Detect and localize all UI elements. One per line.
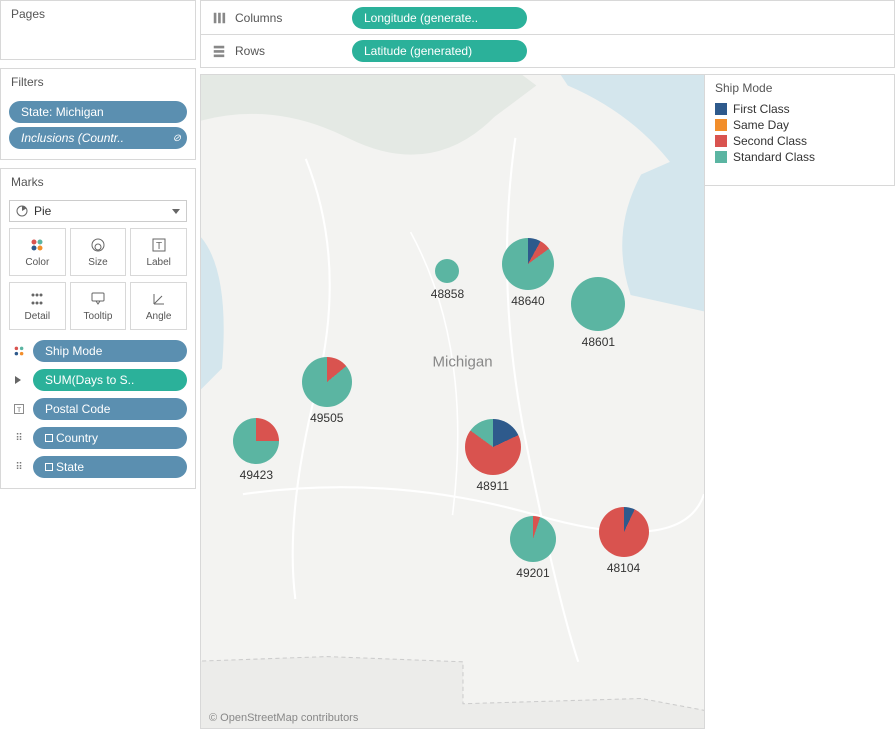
mark-btn-label: Tooltip bbox=[84, 311, 113, 322]
pie-label: 48858 bbox=[431, 287, 464, 301]
legend-swatch bbox=[715, 119, 727, 131]
pie-mark[interactable] bbox=[510, 516, 556, 562]
rows-icon bbox=[211, 43, 227, 59]
square-icon bbox=[45, 463, 53, 471]
pill-label: Ship Mode bbox=[45, 344, 102, 358]
marks-label: Marks bbox=[1, 169, 195, 196]
map-attribution: © OpenStreetMap contributors bbox=[209, 712, 358, 724]
pill-label: State bbox=[56, 460, 84, 474]
pill-label: Latitude (generated) bbox=[364, 44, 472, 58]
mark-btn-label: Angle bbox=[146, 311, 172, 322]
pages-label: Pages bbox=[1, 1, 195, 28]
pie-mark[interactable] bbox=[302, 357, 352, 407]
legend-item[interactable]: Standard Class bbox=[715, 149, 884, 165]
pie-label: 48601 bbox=[582, 335, 615, 349]
pin-icon: ⊘ bbox=[173, 133, 181, 144]
pill-label: SUM(Days to S.. bbox=[45, 373, 134, 387]
columns-icon bbox=[211, 10, 227, 26]
pie-icon bbox=[16, 205, 28, 217]
tooltip-icon bbox=[90, 291, 106, 307]
pie-mark[interactable] bbox=[502, 238, 554, 290]
columns-label: Columns bbox=[235, 11, 282, 25]
columns-pill-longitude[interactable]: Longitude (generate.. bbox=[352, 7, 527, 29]
legend-label: Standard Class bbox=[733, 150, 815, 164]
mark-label-button[interactable]: T Label bbox=[130, 228, 187, 276]
legend-swatch bbox=[715, 151, 727, 163]
pie-mark[interactable] bbox=[233, 418, 279, 464]
angle-icon bbox=[151, 291, 167, 307]
mark-type-label: Pie bbox=[34, 204, 51, 218]
detail-icon: ⠿ bbox=[9, 462, 29, 473]
svg-text:T: T bbox=[156, 241, 162, 252]
legend-label: Same Day bbox=[733, 118, 789, 132]
detail-icon: ⠿ bbox=[9, 433, 29, 444]
filters-shelf[interactable]: Filters State: Michigan Inclusions (Coun… bbox=[0, 68, 196, 160]
pages-shelf[interactable]: Pages bbox=[0, 0, 196, 60]
mark-angle-button[interactable]: Angle bbox=[130, 282, 187, 330]
legend-item[interactable]: First Class bbox=[715, 101, 884, 117]
pie-label: 48640 bbox=[511, 294, 544, 308]
legend-title: Ship Mode bbox=[715, 81, 884, 95]
pie-label: 49423 bbox=[240, 468, 273, 482]
pie-label: 48911 bbox=[476, 479, 508, 493]
filter-pill-inclusions[interactable]: Inclusions (Countr.. ⊘ bbox=[9, 127, 187, 149]
svg-text:T: T bbox=[17, 407, 21, 414]
legend-panel: Ship Mode First Class Same Day Second Clas… bbox=[705, 74, 895, 186]
mark-tooltip-button[interactable]: Tooltip bbox=[70, 282, 127, 330]
mark-pill-ship-mode[interactable]: Ship Mode bbox=[33, 340, 187, 362]
filter-pill-label: Inclusions (Countr.. bbox=[21, 131, 124, 145]
pie-mark[interactable] bbox=[571, 277, 625, 331]
mark-pill-postal-code[interactable]: Postal Code bbox=[33, 398, 187, 420]
legend-label: First Class bbox=[733, 102, 790, 116]
pie-mark[interactable] bbox=[435, 259, 459, 283]
mark-btn-label: Color bbox=[25, 257, 49, 268]
legend-item[interactable]: Second Class bbox=[715, 133, 884, 149]
size-icon bbox=[90, 237, 106, 253]
mark-btn-label: Detail bbox=[25, 311, 51, 322]
mark-pill-days-to-ship[interactable]: SUM(Days to S.. bbox=[33, 369, 187, 391]
square-icon bbox=[45, 434, 53, 442]
pie-mark[interactable] bbox=[465, 419, 521, 475]
columns-shelf[interactable]: Columns Longitude (generate.. bbox=[200, 0, 895, 34]
pill-label: Country bbox=[56, 431, 98, 445]
detail-icon bbox=[29, 291, 45, 307]
filter-pill-state[interactable]: State: Michigan bbox=[9, 101, 187, 123]
pie-mark[interactable] bbox=[599, 507, 649, 557]
label-icon: T bbox=[151, 237, 167, 253]
filter-pill-label: State: Michigan bbox=[21, 105, 104, 119]
legend-swatch bbox=[715, 135, 727, 147]
mark-color-button[interactable]: Color bbox=[9, 228, 66, 276]
rows-pill-latitude[interactable]: Latitude (generated) bbox=[352, 40, 527, 62]
mark-size-button[interactable]: Size bbox=[70, 228, 127, 276]
color-icon bbox=[29, 237, 45, 253]
chevron-down-icon bbox=[172, 209, 180, 214]
mark-btn-label: Size bbox=[88, 257, 107, 268]
legend-swatch bbox=[715, 103, 727, 115]
map-viz[interactable]: Michigan 48858 48640 48601 49505 49423 48911 4… bbox=[200, 74, 705, 729]
legend-item[interactable]: Same Day bbox=[715, 117, 884, 133]
pill-label: Postal Code bbox=[45, 402, 110, 416]
legend-label: Second Class bbox=[733, 134, 807, 148]
angle-icon bbox=[9, 376, 29, 384]
mark-detail-button[interactable]: Detail bbox=[9, 282, 66, 330]
map-background bbox=[201, 75, 704, 729]
pill-label: Longitude (generate.. bbox=[364, 11, 478, 25]
marks-card: Marks Pie Color Size bbox=[0, 168, 196, 489]
mark-pill-state[interactable]: State bbox=[33, 456, 187, 478]
state-label: Michigan bbox=[433, 354, 493, 371]
rows-label: Rows bbox=[235, 44, 265, 58]
mark-btn-label: Label bbox=[146, 257, 170, 268]
filters-label: Filters bbox=[1, 69, 195, 95]
color-icon bbox=[9, 344, 29, 358]
mark-type-select[interactable]: Pie bbox=[9, 200, 187, 222]
label-icon: T bbox=[9, 403, 29, 415]
pie-label: 48104 bbox=[607, 561, 640, 575]
pie-label: 49201 bbox=[516, 566, 549, 580]
mark-pill-country[interactable]: Country bbox=[33, 427, 187, 449]
rows-shelf[interactable]: Rows Latitude (generated) bbox=[200, 34, 895, 68]
pie-label: 49505 bbox=[310, 411, 343, 425]
